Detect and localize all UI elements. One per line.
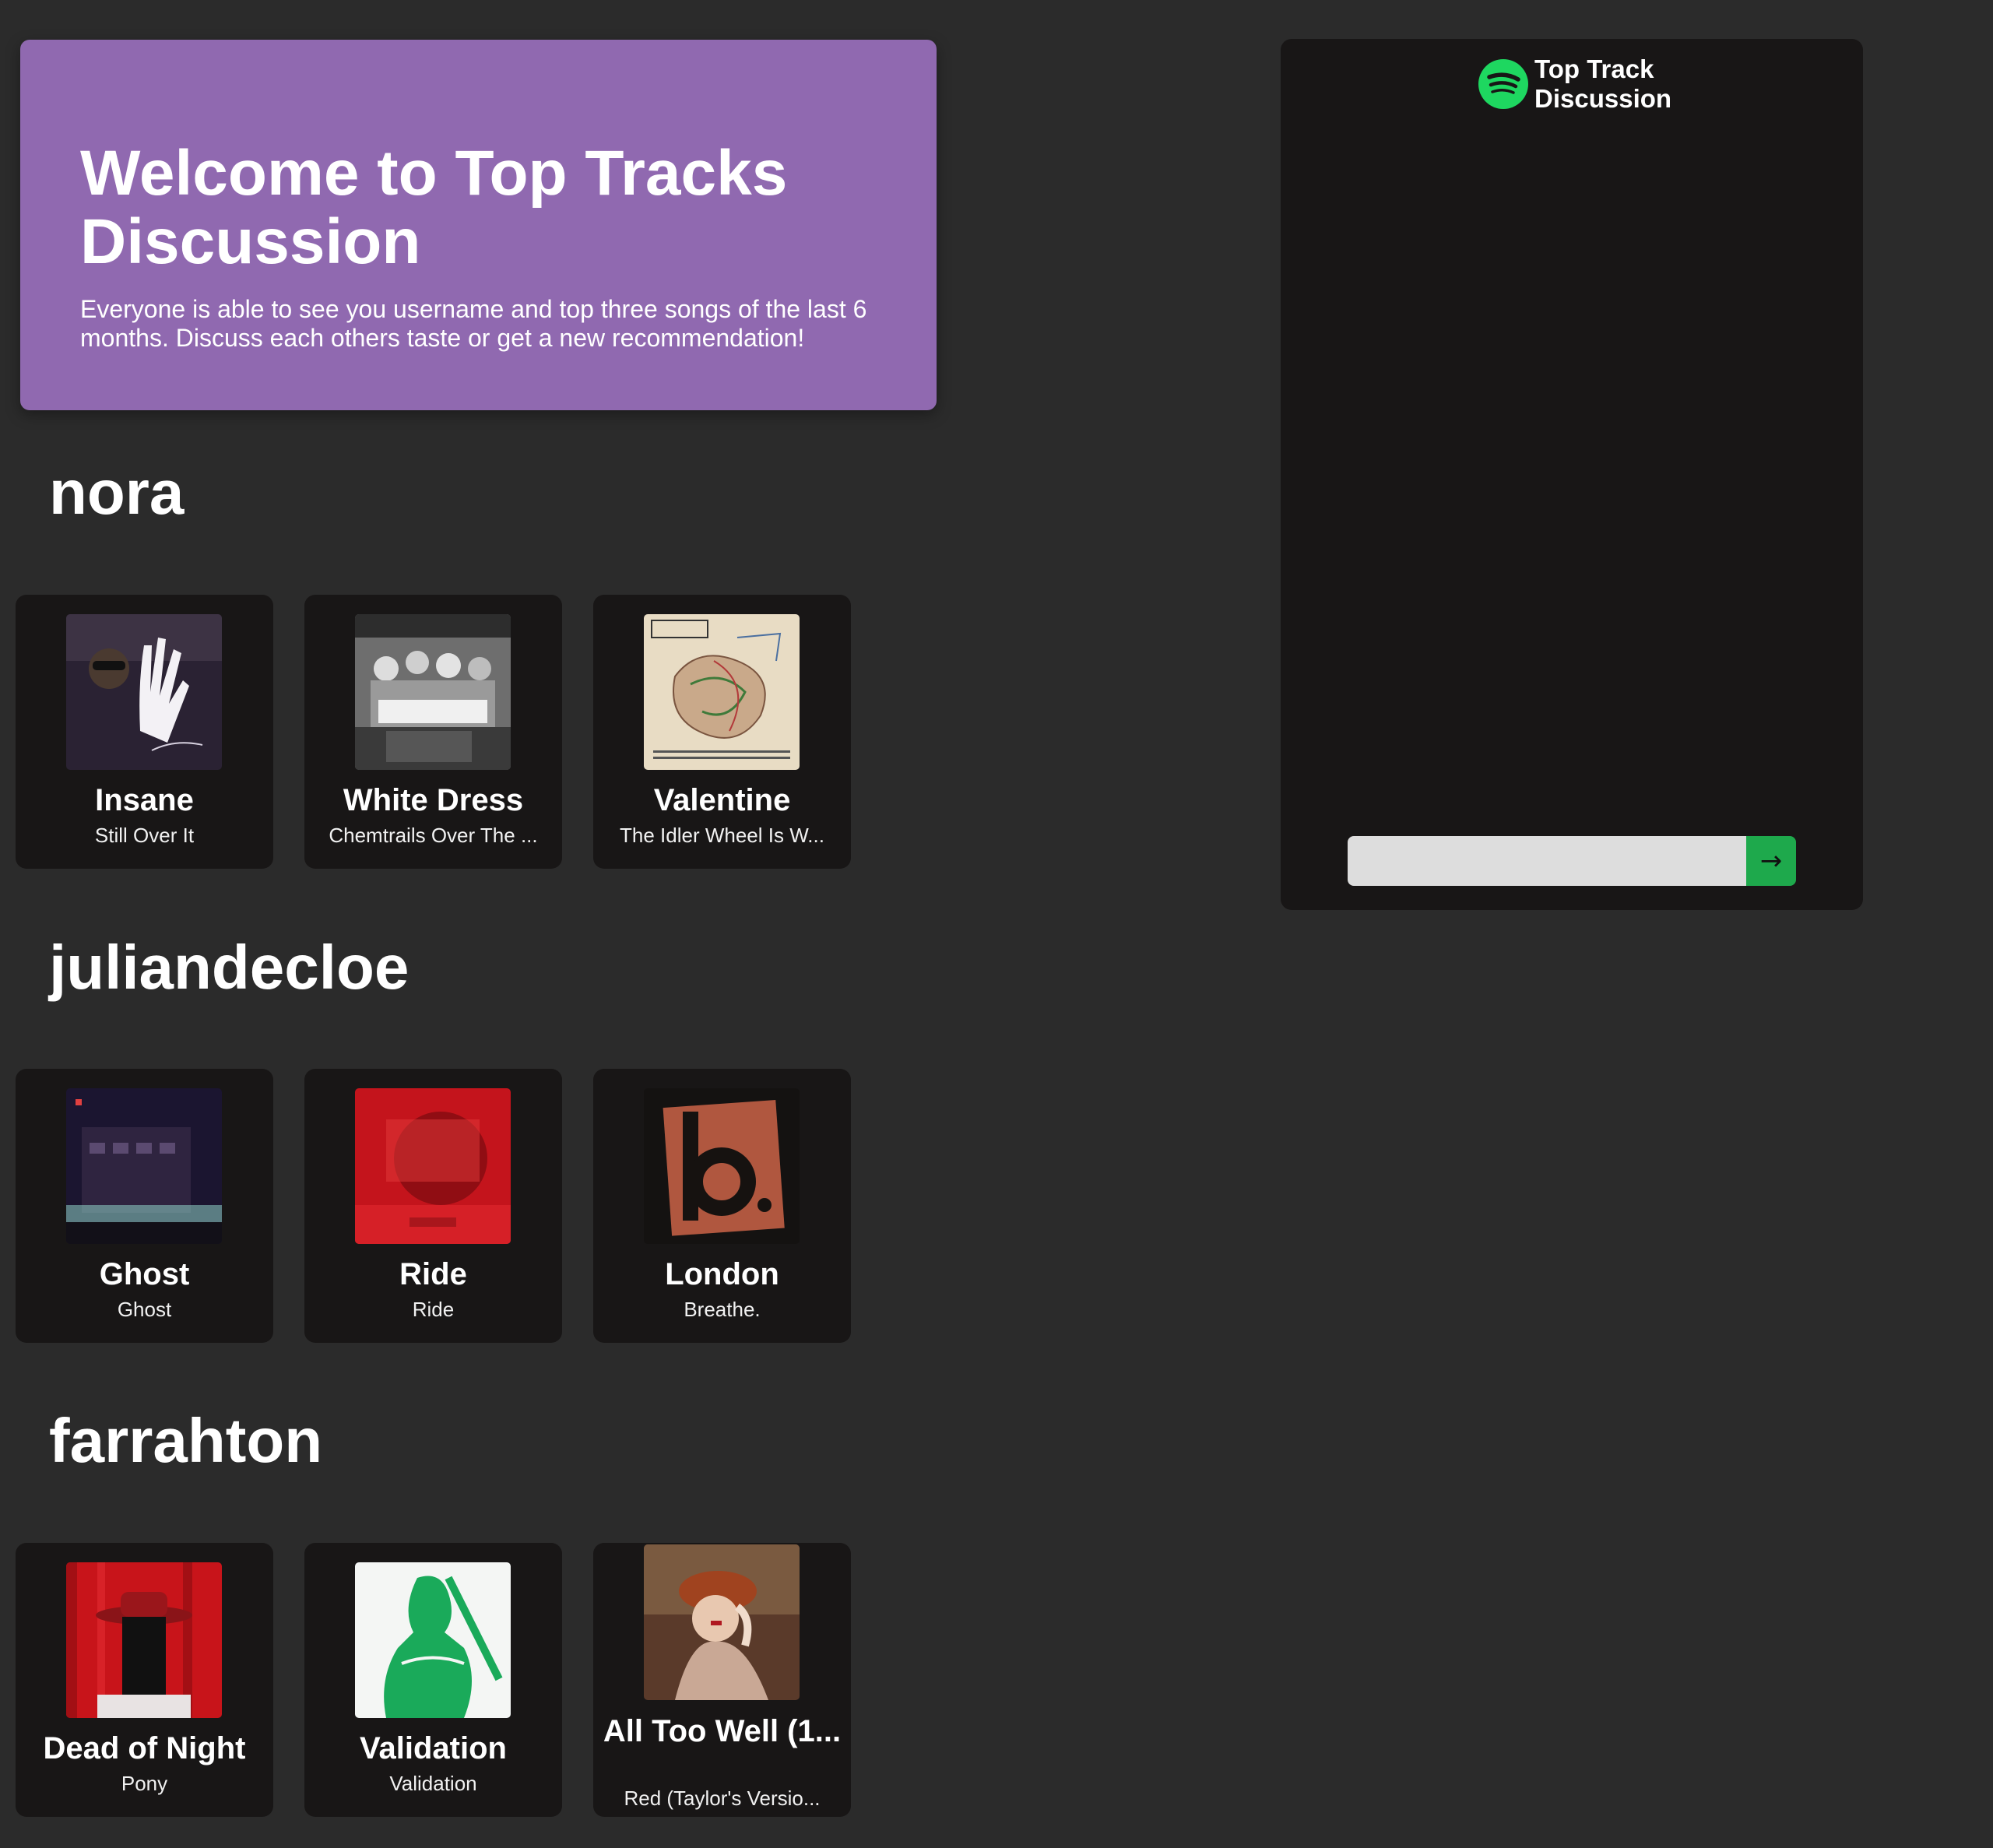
send-button[interactable]: → <box>1746 836 1796 886</box>
track-title: Dead of Night <box>43 1731 246 1765</box>
album-cover-image <box>66 1562 222 1718</box>
track-album: Chemtrails Over The ... <box>329 824 538 847</box>
album-cover-image <box>644 614 800 770</box>
track-row: Ghost Ghost Ride Ride London Breathe. <box>16 1069 950 1343</box>
album-cover-image <box>66 614 222 770</box>
track-card[interactable]: Insane Still Over It <box>16 595 273 869</box>
message-input[interactable] <box>1348 836 1746 886</box>
track-album: Pony <box>121 1772 168 1795</box>
username-heading: juliandecloe <box>49 933 409 1002</box>
track-card[interactable]: London Breathe. <box>593 1069 851 1343</box>
chat-panel: Top Track Discussion → <box>1281 39 1863 910</box>
album-cover-image <box>355 1088 511 1244</box>
track-album: Still Over It <box>94 824 195 847</box>
track-album: Breathe. <box>684 1298 761 1321</box>
spotify-logo-icon <box>1478 59 1528 109</box>
username-heading: farrahton <box>49 1406 323 1475</box>
arrow-right-icon: → <box>1759 845 1783 877</box>
welcome-description: Everyone is able to see you username and… <box>80 295 867 352</box>
track-row: Dead of Night Pony Validation Validation <box>16 1543 950 1817</box>
track-album: Ghost <box>117 1298 172 1321</box>
track-title: All Too Well (1... <box>603 1714 842 1748</box>
track-title: Valentine <box>653 783 791 817</box>
track-row: Insane Still Over It White Dress Chemtra… <box>16 595 950 869</box>
track-title: Validation <box>360 1731 507 1765</box>
track-title: Ghost <box>99 1257 190 1291</box>
track-title: Insane <box>95 783 194 817</box>
album-cover-image <box>644 1544 800 1700</box>
track-card[interactable]: Dead of Night Pony <box>16 1543 273 1817</box>
album-cover-image <box>644 1088 800 1244</box>
welcome-title: Welcome to Top Tracks Discussion <box>80 138 788 277</box>
track-album: The Idler Wheel Is W... <box>620 824 824 847</box>
welcome-banner: Welcome to Top Tracks Discussion Everyon… <box>20 40 937 410</box>
track-card[interactable]: Validation Validation <box>304 1543 562 1817</box>
chat-header: Top Track Discussion <box>1478 53 1706 115</box>
track-title: London <box>665 1257 779 1291</box>
track-title: Ride <box>399 1257 467 1291</box>
album-cover-image <box>355 1562 511 1718</box>
track-card[interactable]: Valentine The Idler Wheel Is W... <box>593 595 851 869</box>
chat-title: Top Track Discussion <box>1534 54 1672 113</box>
track-card[interactable]: All Too Well (1... Red (Taylor's Versio.… <box>593 1543 851 1817</box>
track-card[interactable]: White Dress Chemtrails Over The ... <box>304 595 562 869</box>
track-album: Ride <box>412 1298 455 1321</box>
track-album: Red (Taylor's Versio... <box>624 1787 821 1810</box>
track-card[interactable]: Ghost Ghost <box>16 1069 273 1343</box>
track-card[interactable]: Ride Ride <box>304 1069 562 1343</box>
track-album: Validation <box>389 1772 477 1795</box>
album-cover-image <box>355 614 511 770</box>
track-title: White Dress <box>343 783 524 817</box>
username-heading: nora <box>49 458 185 527</box>
album-cover-image <box>66 1088 222 1244</box>
